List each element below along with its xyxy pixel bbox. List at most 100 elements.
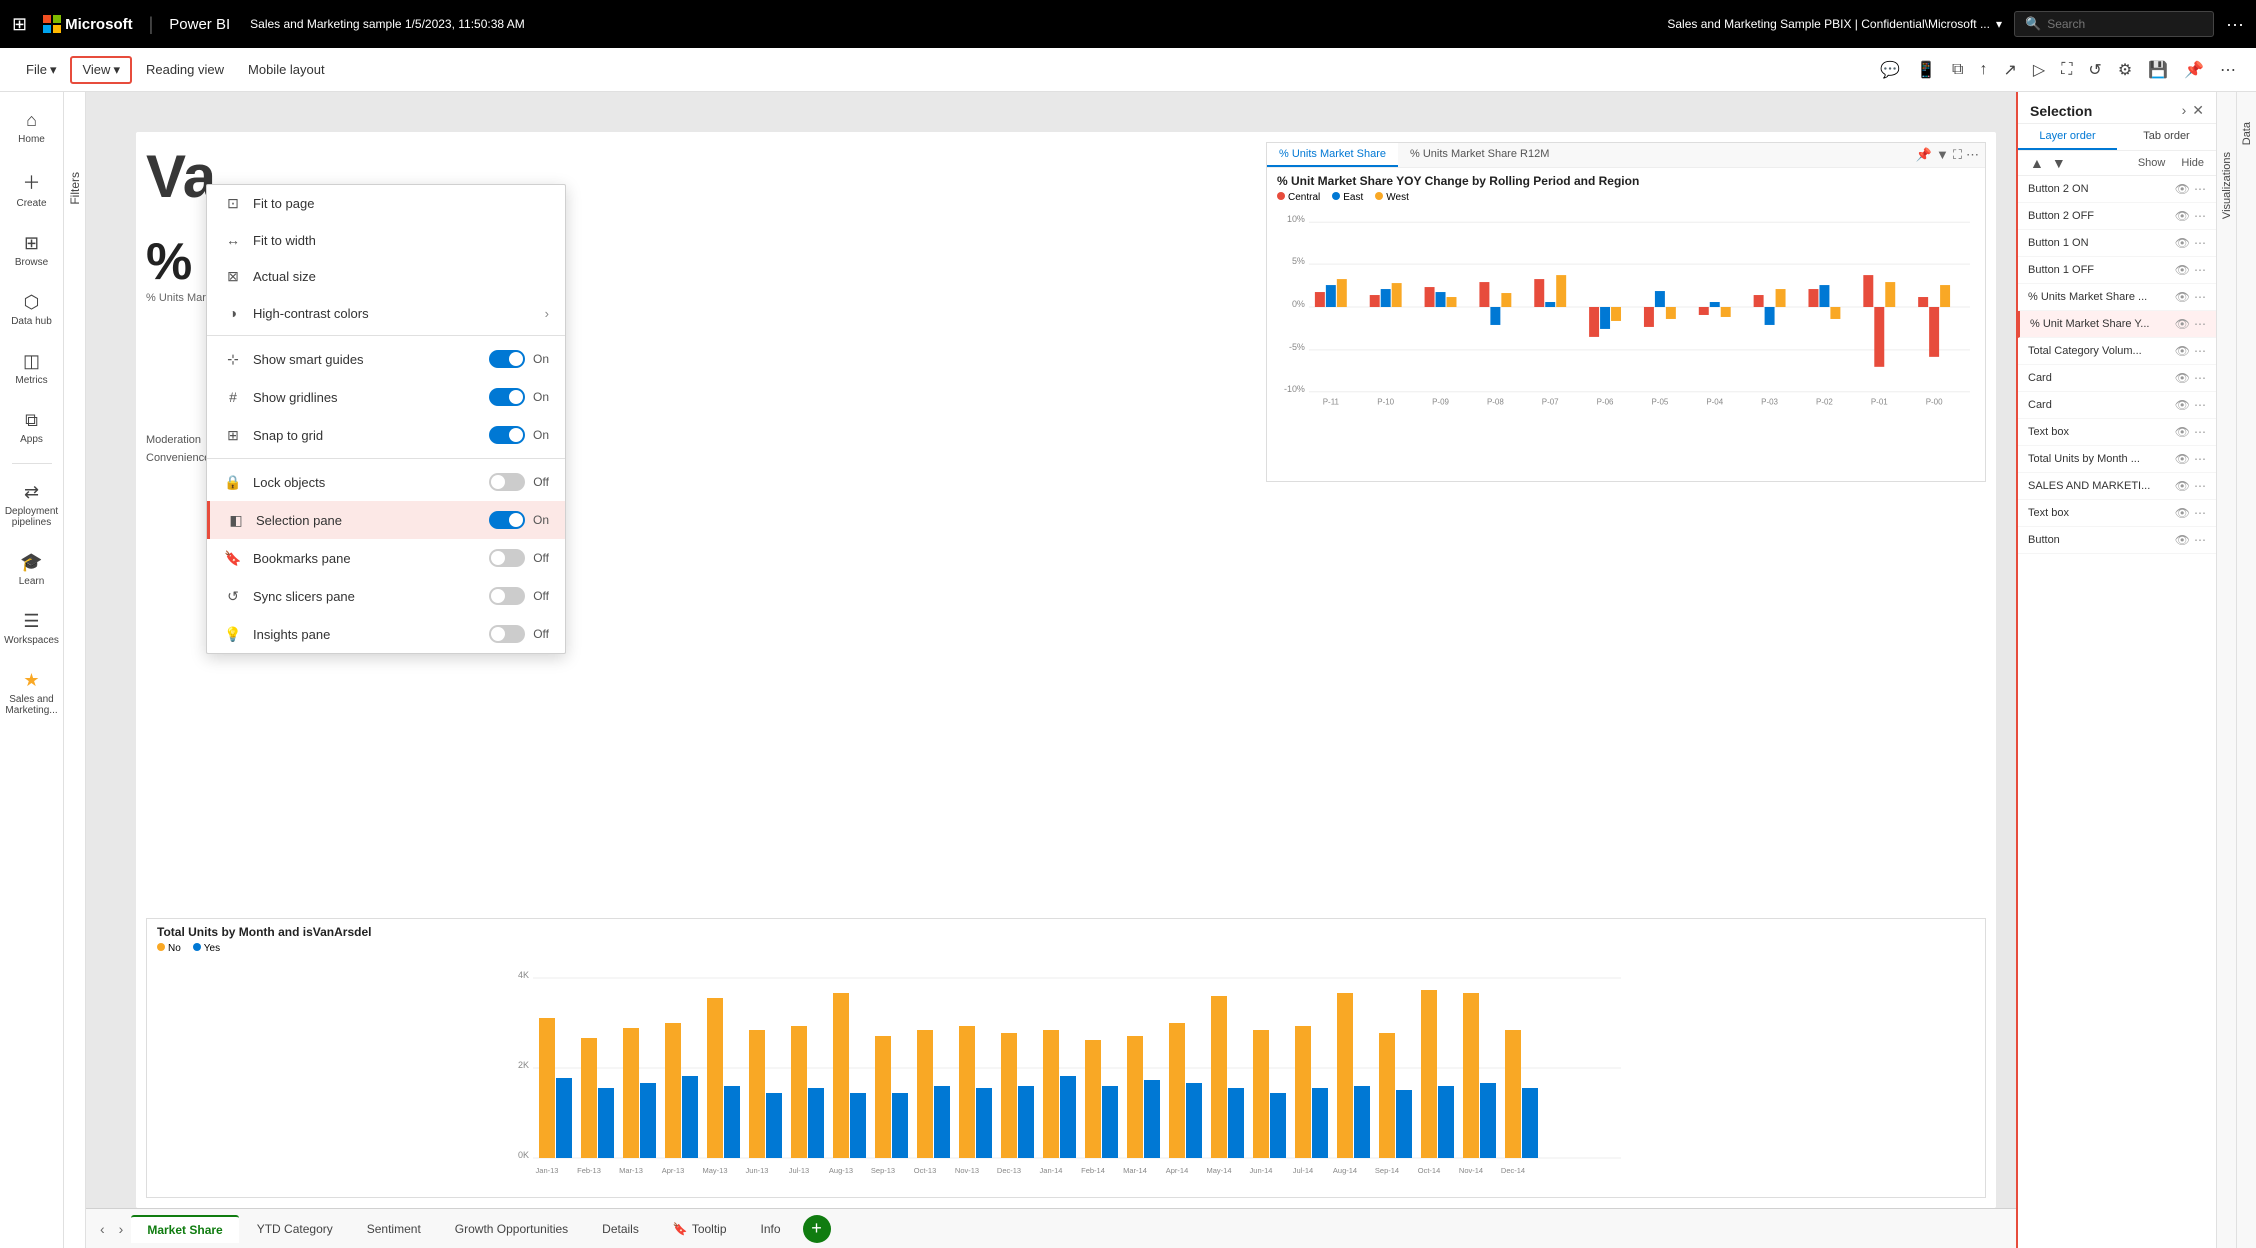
sidebar-item-datahub[interactable]: ⬡ Data hub (3, 282, 61, 337)
vd-high-contrast[interactable]: ◑ High-contrast colors › (207, 295, 565, 331)
copy-icon[interactable]: ⧉ (1948, 57, 1967, 83)
more-options-button[interactable]: ··· (2226, 14, 2244, 35)
more-item-icon4[interactable]: ⋯ (2194, 263, 2206, 277)
rp-item-btn1off[interactable]: Button 1 OFF 👁 ⋯ (2018, 257, 2216, 284)
visibility-icon11[interactable]: 👁 (2175, 452, 2190, 466)
search-box[interactable]: 🔍 (2014, 11, 2214, 37)
add-tab-button[interactable]: + (803, 1215, 831, 1243)
rp-item-btn1on[interactable]: Button 1 ON 👁 ⋯ (2018, 230, 2216, 257)
snap-grid-toggle[interactable] (489, 426, 525, 444)
visibility-icon[interactable]: 👁 (2175, 182, 2190, 196)
visibility-icon12[interactable]: 👁 (2175, 479, 2190, 493)
sidebar-item-browse[interactable]: ⊞ Browse (3, 223, 61, 278)
visibility-icon2[interactable]: 👁 (2175, 209, 2190, 223)
rp-item-total-cat-vol[interactable]: Total Category Volum... 👁 ⋯ (2018, 338, 2216, 365)
vd-fit-to-page[interactable]: ⊡ Fit to page (207, 185, 565, 222)
visibility-icon3[interactable]: 👁 (2175, 236, 2190, 250)
bookmarks-toggle[interactable] (489, 549, 525, 567)
sidebar-item-metrics[interactable]: ◫ Metrics (3, 341, 61, 396)
vd-gridlines[interactable]: # Show gridlines On (207, 378, 565, 416)
sidebar-item-workspaces[interactable]: ☰ Workspaces (3, 601, 61, 656)
more-item-icon3[interactable]: ⋯ (2194, 236, 2206, 250)
vd-bookmarks-pane[interactable]: 🔖 Bookmarks pane Off (207, 539, 565, 577)
more-item-icon11[interactable]: ⋯ (2194, 452, 2206, 466)
chart-expand-icon[interactable]: ⛶ (1953, 147, 1962, 163)
fullscreen-icon[interactable]: ⛶ (2057, 57, 2076, 83)
sidebar-item-sales[interactable]: ★ Sales and Marketing... (3, 660, 61, 726)
more-item-icon2[interactable]: ⋯ (2194, 209, 2206, 223)
sidebar-item-create[interactable]: ＋ Create (3, 159, 61, 219)
tab-nav-left[interactable]: ‹ (94, 1217, 111, 1241)
visibility-icon14[interactable]: 👁 (2175, 533, 2190, 547)
tab-nav-right[interactable]: › (113, 1217, 130, 1241)
rp-tab-layer-order[interactable]: Layer order (2018, 124, 2117, 150)
sort-down-icon[interactable]: ▼ (2052, 155, 2066, 171)
sidebar-item-deployment[interactable]: ⇄ Deployment pipelines (3, 472, 61, 538)
vd-actual-size[interactable]: ⊠ Actual size (207, 258, 565, 295)
visibility-icon13[interactable]: 👁 (2175, 506, 2190, 520)
view-button[interactable]: View ▾ (70, 56, 131, 84)
share-icon[interactable]: ↗ (1999, 56, 2020, 84)
rp-item-card1[interactable]: Card 👁 ⋯ (2018, 365, 2216, 392)
tab-details[interactable]: Details (586, 1216, 655, 1242)
present-icon[interactable]: ▷ (2029, 56, 2049, 84)
lock-objects-toggle[interactable] (489, 473, 525, 491)
save-icon[interactable]: 💾 (2144, 56, 2172, 84)
tab-sentiment[interactable]: Sentiment (351, 1216, 437, 1242)
chart-pin-icon[interactable]: 📌 (1916, 147, 1932, 163)
visibility-icon4[interactable]: 👁 (2175, 263, 2190, 277)
more-item-icon12[interactable]: ⋯ (2194, 479, 2206, 493)
chart-filter-icon[interactable]: ▼ (1936, 147, 1949, 163)
more-item-icon6[interactable]: ⋯ (2194, 317, 2206, 331)
rp-item-button[interactable]: Button 👁 ⋯ (2018, 527, 2216, 554)
rp-item-textbox1[interactable]: Text box 👁 ⋯ (2018, 419, 2216, 446)
tab-growth-opportunities[interactable]: Growth Opportunities (439, 1216, 584, 1242)
sidebar-item-apps[interactable]: ⧉ Apps (3, 400, 61, 455)
vd-smart-guides[interactable]: ⊹ Show smart guides On (207, 340, 565, 378)
more-item-icon14[interactable]: ⋯ (2194, 533, 2206, 547)
chart-tab-units[interactable]: % Units Market Share (1267, 143, 1398, 167)
vd-selection-pane[interactable]: ◧ Selection pane On (207, 501, 565, 539)
more-item-icon7[interactable]: ⋯ (2194, 344, 2206, 358)
visibility-icon6[interactable]: 👁 (2175, 317, 2190, 331)
chart-tab-r12m[interactable]: % Units Market Share R12M (1398, 143, 1561, 167)
gridlines-toggle[interactable] (489, 388, 525, 406)
sort-up-icon[interactable]: ▲ (2030, 155, 2044, 171)
doc-path-chevron[interactable]: ▾ (1996, 17, 2002, 31)
settings-icon[interactable]: ⚙ (2114, 56, 2136, 84)
visibility-icon5[interactable]: 👁 (2175, 290, 2190, 304)
visibility-icon7[interactable]: 👁 (2175, 344, 2190, 358)
comment-icon[interactable]: 💬 (1876, 56, 1904, 84)
publish-icon[interactable]: ↑ (1975, 57, 1991, 83)
tab-ytd-category[interactable]: YTD Category (241, 1216, 349, 1242)
reading-view-button[interactable]: Reading view (136, 58, 234, 81)
search-input[interactable] (2047, 17, 2187, 31)
vd-insights-pane[interactable]: 💡 Insights pane Off (207, 615, 565, 653)
vd-snap-to-grid[interactable]: ⊞ Snap to grid On (207, 416, 565, 454)
more-item-icon9[interactable]: ⋯ (2194, 398, 2206, 412)
more-item-icon8[interactable]: ⋯ (2194, 371, 2206, 385)
rp-item-textbox2[interactable]: Text box 👁 ⋯ (2018, 500, 2216, 527)
rp-item-units-market[interactable]: % Units Market Share ... 👁 ⋯ (2018, 284, 2216, 311)
sync-slicers-toggle[interactable] (489, 587, 525, 605)
smart-guides-toggle[interactable] (489, 350, 525, 368)
rp-item-btn2off[interactable]: Button 2 OFF 👁 ⋯ (2018, 203, 2216, 230)
selection-panel-expand[interactable]: › (2182, 102, 2187, 119)
more-item-icon13[interactable]: ⋯ (2194, 506, 2206, 520)
rp-tab-tab-order[interactable]: Tab order (2117, 124, 2216, 150)
selection-panel-close[interactable]: ✕ (2192, 102, 2204, 119)
phone-icon[interactable]: 📱 (1912, 56, 1940, 84)
more-item-icon10[interactable]: ⋯ (2194, 425, 2206, 439)
vd-sync-slicers[interactable]: ↺ Sync slicers pane Off (207, 577, 565, 615)
more-ribbon-icon[interactable]: ⋯ (2216, 56, 2240, 84)
tab-info[interactable]: Info (745, 1216, 797, 1242)
file-button[interactable]: File ▾ (16, 58, 66, 82)
mobile-layout-button[interactable]: Mobile layout (238, 58, 335, 81)
tab-market-share[interactable]: Market Share (131, 1215, 238, 1243)
insights-toggle[interactable] (489, 625, 525, 643)
pin-icon[interactable]: 📌 (2180, 56, 2208, 84)
rp-item-card2[interactable]: Card 👁 ⋯ (2018, 392, 2216, 419)
more-item-icon5[interactable]: ⋯ (2194, 290, 2206, 304)
waffle-icon[interactable]: ⊞ (12, 14, 27, 35)
tab-tooltip[interactable]: 🔖Tooltip (657, 1216, 743, 1242)
